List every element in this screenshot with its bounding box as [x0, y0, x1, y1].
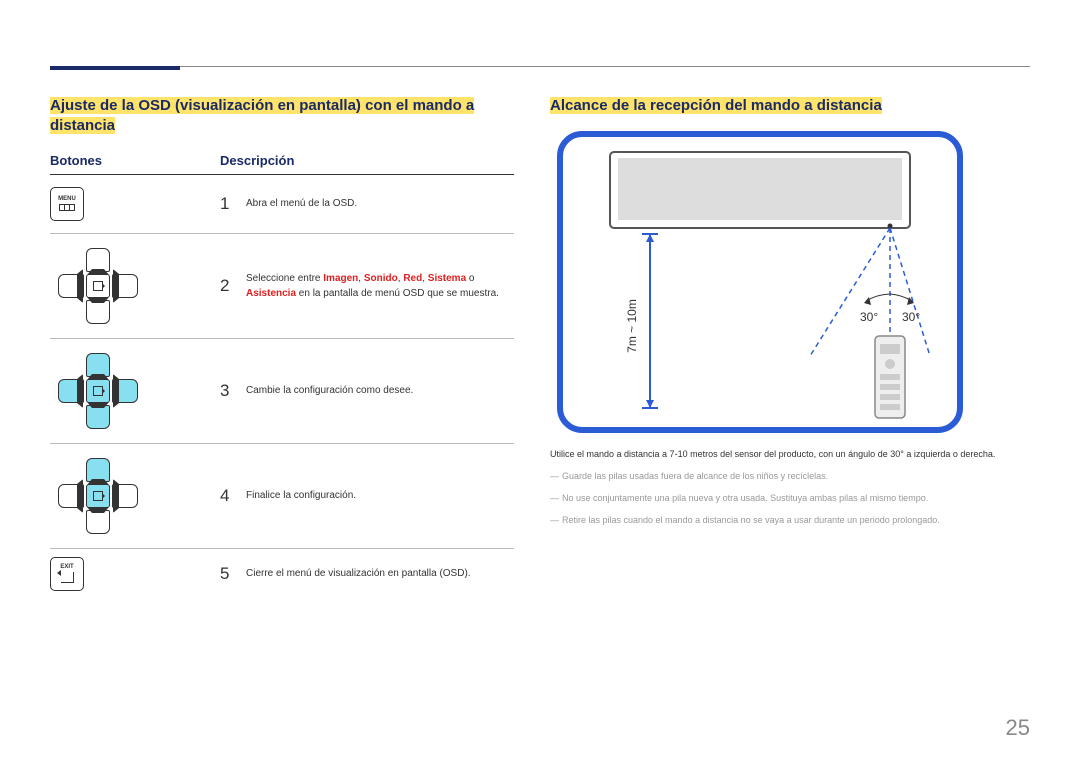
- page-number: 25: [1006, 715, 1030, 741]
- note-line: ―No use conjuntamente una pila nueva y o…: [550, 490, 1030, 506]
- button-cell: [50, 456, 220, 536]
- dash-icon: ―: [550, 512, 562, 528]
- reception-body: Utilice el mando a distancia a 7-10 metr…: [550, 447, 1030, 461]
- menu-label: MENU: [58, 196, 76, 202]
- return-arrow-icon: [61, 572, 74, 583]
- right-title-text: Alcance de la recepción del mando a dist…: [550, 97, 882, 114]
- reception-diagram: 7m ~ 10m 30° 30°: [550, 126, 970, 441]
- dpad-icon: [50, 351, 146, 431]
- menu-option: Sistema: [428, 273, 466, 284]
- dpad-center-icon: [86, 484, 110, 508]
- desc-text: en la pantalla de menú OSD que se muestr…: [296, 288, 499, 299]
- left-title-text: Ajuste de la OSD (visualización en panta…: [50, 97, 474, 134]
- sep: o: [466, 273, 474, 284]
- dpad-down-icon: [86, 405, 110, 429]
- menu-button-icon: MENU: [50, 187, 84, 221]
- dpad-up-icon: [86, 458, 110, 482]
- exit-button-icon: EXIT: [50, 557, 84, 591]
- desc-text: Seleccione entre: [246, 273, 323, 284]
- dpad-up-icon: [86, 353, 110, 377]
- step-number: 4: [220, 486, 246, 506]
- osd-table: Botones Descripción MENU 1 Abra el menú …: [50, 153, 514, 599]
- dpad-center-icon: [86, 274, 110, 298]
- dpad-right-icon: [112, 274, 138, 298]
- note-text: Retire las pilas cuando el mando a dista…: [562, 515, 940, 525]
- button-cell: EXIT: [50, 557, 220, 591]
- table-row: EXIT 5 Cierre el menú de visualización e…: [50, 549, 514, 599]
- exit-label: EXIT: [60, 564, 73, 570]
- menu-option: Imagen: [323, 273, 358, 284]
- dpad-left-icon: [58, 484, 84, 508]
- page-content: Ajuste de la OSD (visualización en panta…: [50, 96, 1030, 599]
- dpad-right-icon: [112, 379, 138, 403]
- section-title-right: Alcance de la recepción del mando a dist…: [550, 96, 1030, 116]
- left-column: Ajuste de la OSD (visualización en panta…: [50, 96, 550, 599]
- button-cell: MENU: [50, 187, 220, 221]
- range-label: 7m ~ 10m: [625, 299, 639, 353]
- step-number: 1: [220, 194, 246, 214]
- step-number: 2: [220, 276, 246, 296]
- step-description: Cierre el menú de visualización en panta…: [246, 566, 514, 581]
- menu-option: Red: [403, 273, 422, 284]
- step-description: Finalice la configuración.: [246, 488, 514, 503]
- section-title-left: Ajuste de la OSD (visualización en panta…: [50, 96, 514, 137]
- dash-icon: ―: [550, 490, 562, 506]
- top-rule: [50, 66, 1030, 67]
- step-description: Cambie la configuración como desee.: [246, 383, 514, 398]
- step-number: 3: [220, 381, 246, 401]
- button-cell: [50, 246, 220, 326]
- table-row: MENU 1 Abra el menú de la OSD.: [50, 175, 514, 234]
- step-number: 5: [220, 564, 246, 584]
- accent-rule: [50, 66, 180, 70]
- menu-bars-icon: [59, 204, 75, 211]
- button-cell: [50, 351, 220, 431]
- dash-icon: ―: [550, 468, 562, 484]
- dpad-right-icon: [112, 484, 138, 508]
- note-text: Guarde las pilas usadas fuera de alcance…: [562, 471, 828, 481]
- note-line: ―Guarde las pilas usadas fuera de alcanc…: [550, 468, 1030, 484]
- dpad-down-icon: [86, 300, 110, 324]
- step-description: Seleccione entre Imagen, Sonido, Red, Si…: [246, 271, 514, 301]
- angle-right: 30°: [902, 310, 920, 324]
- right-column: Alcance de la recepción del mando a dist…: [550, 96, 1030, 599]
- menu-option: Asistencia: [246, 288, 296, 299]
- dpad-left-icon: [58, 274, 84, 298]
- dpad-left-icon: [58, 379, 84, 403]
- dpad-center-icon: [86, 379, 110, 403]
- header-buttons: Botones: [50, 153, 220, 168]
- angle-left: 30°: [860, 310, 878, 324]
- menu-option: Sonido: [364, 273, 398, 284]
- table-header: Botones Descripción: [50, 153, 514, 175]
- step-description: Abra el menú de la OSD.: [246, 196, 514, 211]
- dpad-up-icon: [86, 248, 110, 272]
- table-row: 4 Finalice la configuración.: [50, 444, 514, 549]
- dpad-down-icon: [86, 510, 110, 534]
- manual-page: Ajuste de la OSD (visualización en panta…: [0, 0, 1080, 763]
- reception-svg: 7m ~ 10m 30° 30°: [550, 126, 970, 436]
- table-row: 2 Seleccione entre Imagen, Sonido, Red, …: [50, 234, 514, 339]
- dpad-icon: [50, 456, 146, 536]
- header-description: Descripción: [220, 153, 514, 168]
- note-text: No use conjuntamente una pila nueva y ot…: [562, 493, 928, 503]
- table-row: 3 Cambie la configuración como desee.: [50, 339, 514, 444]
- dpad-icon: [50, 246, 146, 326]
- note-line: ―Retire las pilas cuando el mando a dist…: [550, 512, 1030, 528]
